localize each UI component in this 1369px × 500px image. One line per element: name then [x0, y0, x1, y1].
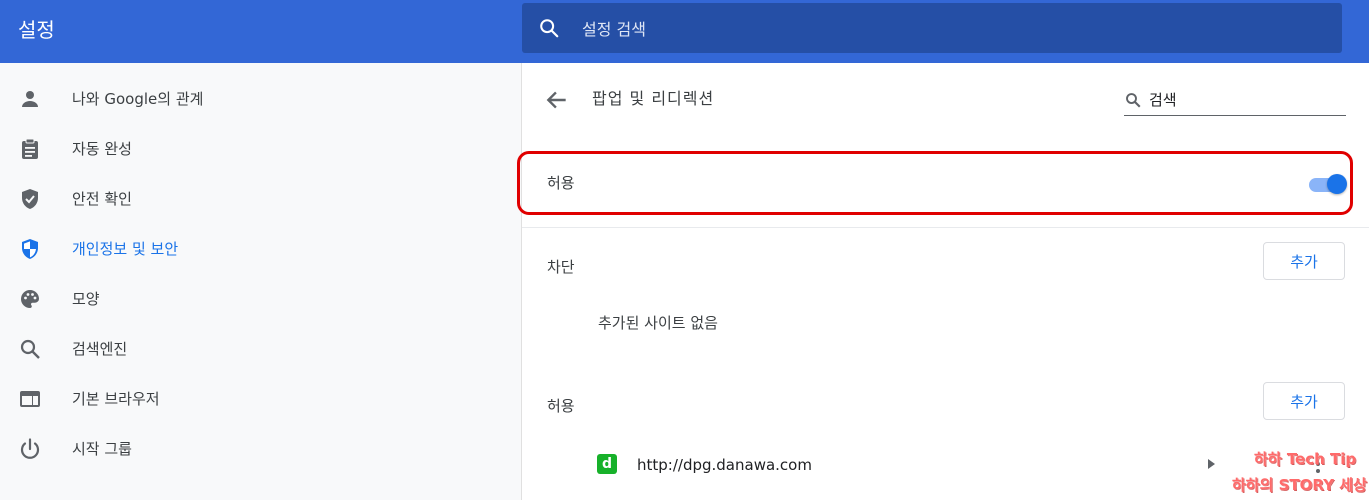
sidebar-item-label: 모양	[72, 290, 100, 308]
settings-search-bar[interactable]	[522, 3, 1342, 55]
block-section-label: 차단	[547, 258, 575, 276]
subpage-search[interactable]	[1124, 85, 1346, 116]
sidebar-item-autofill[interactable]: 자동 완성	[0, 124, 521, 174]
clipboard-icon	[22, 138, 38, 159]
app-title: 설정	[18, 18, 55, 42]
allow-section-label: 허용	[547, 397, 575, 415]
subpage-search-input[interactable]	[1147, 87, 1341, 113]
power-icon	[20, 438, 40, 459]
allow-toggle-switch[interactable]	[1307, 174, 1347, 194]
allow-toggle-label: 허용	[547, 174, 575, 192]
block-empty-text: 추가된 사이트 없음	[598, 314, 718, 332]
watermark: 하하 Tech Tip 하하의 STORY 세상	[1230, 446, 1369, 500]
security-shield-icon	[22, 239, 38, 259]
sidebar: 나와 Google의 관계 자동 완성 안전 확인 개인정보 및 보안 모양 검…	[0, 63, 522, 500]
sidebar-item-label: 기본 브라우저	[72, 390, 160, 408]
shield-check-icon	[22, 189, 38, 209]
page-title: 팝업 및 리디렉션	[592, 89, 715, 108]
search-icon	[1126, 93, 1141, 108]
allow-add-button[interactable]: 추가	[1263, 382, 1345, 420]
site-favicon: d	[597, 454, 617, 474]
browser-icon	[20, 391, 40, 407]
site-url: http://dpg.danawa.com	[637, 456, 812, 474]
block-add-button[interactable]: 추가	[1263, 242, 1345, 280]
app-header: 설정	[0, 0, 1369, 63]
sidebar-item-search-engine[interactable]: 검색엔진	[0, 324, 521, 374]
search-icon	[20, 339, 40, 359]
sidebar-item-on-startup[interactable]: 시작 그룹	[0, 424, 521, 474]
sidebar-item-safety-check[interactable]: 안전 확인	[0, 174, 521, 224]
expand-arrow-icon[interactable]	[1205, 457, 1217, 471]
watermark-line1: 하하 Tech Tip	[1254, 450, 1357, 468]
sidebar-item-appearance[interactable]: 모양	[0, 274, 521, 324]
settings-search-input[interactable]	[580, 3, 1324, 55]
sidebar-item-label: 자동 완성	[72, 140, 132, 158]
sidebar-item-label: 나와 Google의 관계	[72, 90, 204, 108]
sidebar-item-privacy-security[interactable]: 개인정보 및 보안	[0, 224, 521, 274]
sidebar-item-label: 안전 확인	[72, 190, 132, 208]
sidebar-item-default-browser[interactable]: 기본 브라우저	[0, 374, 521, 424]
allow-toggle-row[interactable]: 허용	[517, 150, 1369, 220]
watermark-line2: 하하의 STORY 세상	[1232, 476, 1367, 494]
search-icon	[540, 19, 559, 38]
toggle-knob	[1327, 174, 1347, 194]
highlight-box	[517, 151, 1353, 215]
divider	[522, 227, 1369, 228]
sidebar-item-label: 검색엔진	[72, 340, 128, 358]
sidebar-item-label: 시작 그룹	[72, 440, 132, 458]
sidebar-item-you-and-google[interactable]: 나와 Google의 관계	[0, 74, 521, 124]
sidebar-item-label: 개인정보 및 보안	[72, 240, 179, 258]
person-icon	[22, 91, 38, 107]
main-content: 팝업 및 리디렉션 허용 차단 추가 추가된 사이트 없음 허용 추가 d ht…	[517, 63, 1369, 500]
back-arrow-icon[interactable]	[544, 87, 570, 113]
palette-icon	[21, 290, 39, 308]
